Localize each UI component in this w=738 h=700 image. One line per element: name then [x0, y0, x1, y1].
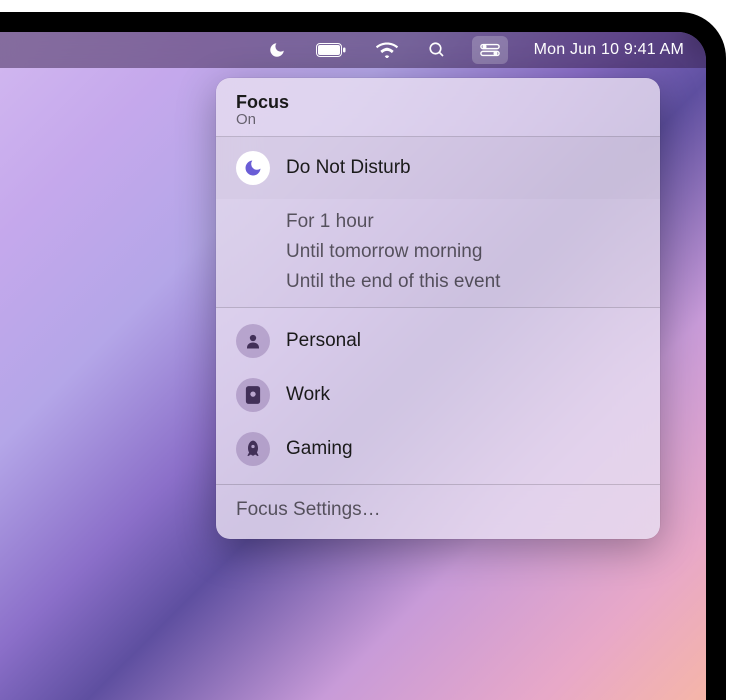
duration-option-event-end[interactable]: Until the end of this event [286, 267, 640, 297]
focus-menubar-icon[interactable] [264, 36, 290, 64]
focus-settings-link[interactable]: Focus Settings… [216, 485, 660, 539]
person-icon [236, 324, 270, 358]
focus-mode-work[interactable]: Work [216, 368, 660, 422]
duration-option-1hour[interactable]: For 1 hour [286, 207, 640, 237]
badge-icon [236, 378, 270, 412]
rocket-icon [236, 432, 270, 466]
screen: Mon Jun 10 9:41 AM Focus On Do Not Distu… [0, 32, 706, 700]
spotlight-search-icon[interactable] [424, 36, 450, 64]
dnd-label: Do Not Disturb [286, 157, 411, 179]
focus-mode-label: Work [286, 384, 330, 406]
focus-modes-section: Personal Work Gaming [216, 308, 660, 484]
moon-icon [236, 151, 270, 185]
focus-panel-header: Focus On [216, 82, 660, 136]
dnd-duration-group: For 1 hour Until tomorrow morning Until … [216, 199, 660, 307]
focus-mode-label: Personal [286, 330, 361, 352]
focus-panel: Focus On Do Not Disturb For 1 hour Until… [216, 78, 660, 539]
menubar: Mon Jun 10 9:41 AM [0, 32, 706, 68]
battery-icon[interactable] [312, 36, 350, 64]
focus-mode-gaming[interactable]: Gaming [216, 422, 660, 476]
focus-mode-personal[interactable]: Personal [216, 314, 660, 368]
focus-panel-status: On [236, 111, 640, 128]
duration-option-tomorrow[interactable]: Until tomorrow morning [286, 237, 640, 267]
focus-mode-label: Gaming [286, 438, 353, 460]
control-center-icon[interactable] [472, 36, 508, 64]
menubar-datetime[interactable]: Mon Jun 10 9:41 AM [530, 36, 688, 64]
wifi-icon[interactable] [372, 36, 402, 64]
device-frame: Mon Jun 10 9:41 AM Focus On Do Not Distu… [0, 12, 726, 700]
dnd-row[interactable]: Do Not Disturb [216, 137, 660, 199]
focus-panel-title: Focus [236, 92, 640, 113]
